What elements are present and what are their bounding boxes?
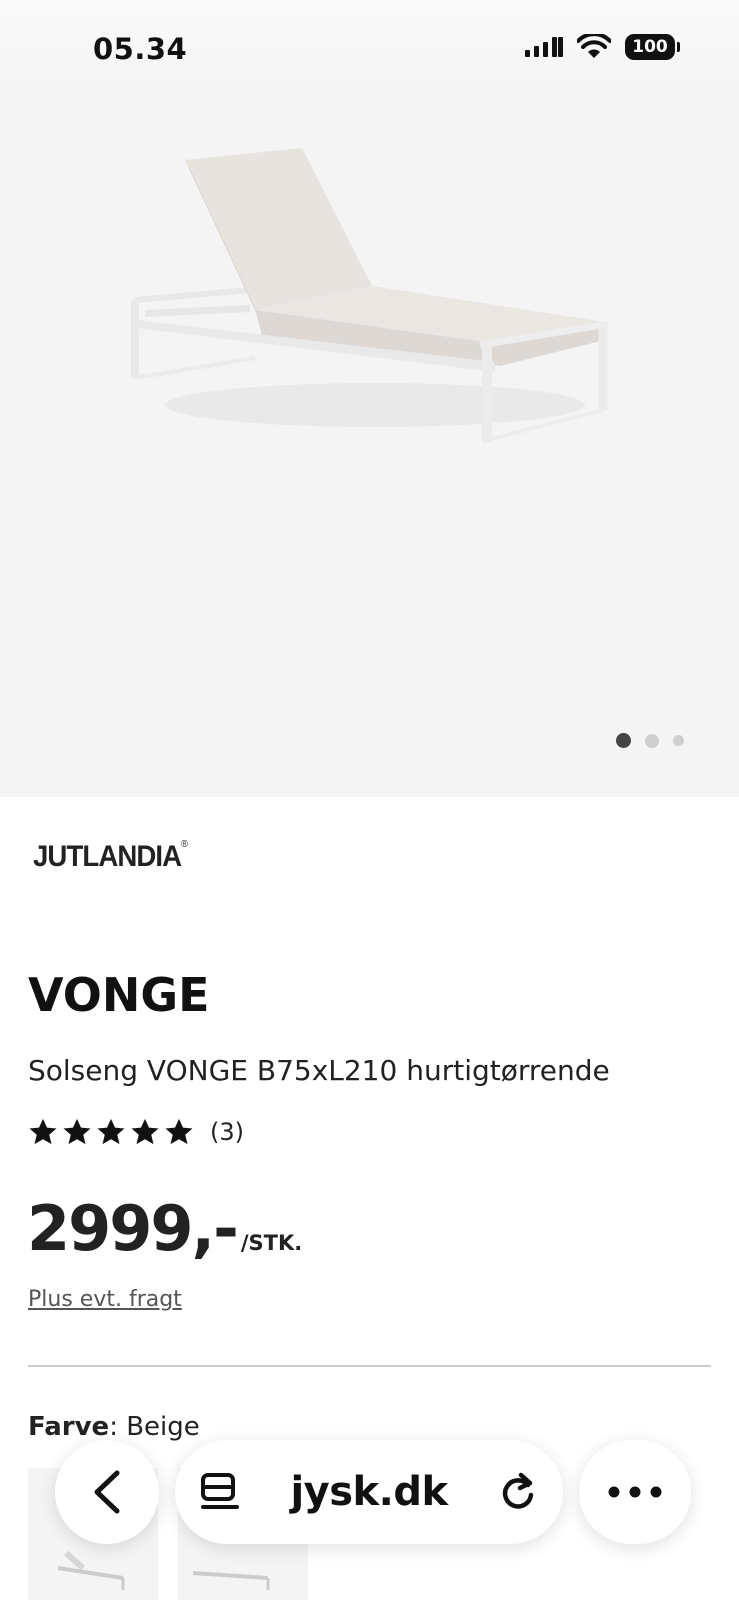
status-icons: 100 (525, 34, 680, 60)
shipping-link[interactable]: Plus evt. fragt (28, 1287, 182, 1312)
carousel-dot-2[interactable] (645, 733, 659, 748)
star-icon (131, 1118, 159, 1145)
status-bar: 05.34 100 (0, 0, 739, 100)
carousel-dot-3[interactable] (673, 735, 684, 746)
price-unit: /STK. (240, 1231, 303, 1255)
reload-icon[interactable] (497, 1471, 539, 1513)
brand-registered-mark: ® (181, 839, 188, 850)
status-time: 05.34 (93, 32, 188, 66)
more-button[interactable] (579, 1440, 691, 1544)
star-icon (165, 1118, 193, 1145)
divider (28, 1365, 711, 1367)
review-count: (3) (210, 1118, 244, 1146)
star-icon (97, 1118, 125, 1145)
product-description: Solseng VONGE B75xL210 hurtigtørrende (28, 1054, 610, 1087)
chevron-left-icon (94, 1470, 120, 1514)
star-icon (29, 1118, 57, 1145)
sun-lounger-image (131, 148, 609, 442)
product-image-carousel[interactable] (0, 0, 739, 797)
browser-toolbar: jysk.dk (0, 1430, 739, 1600)
url-text[interactable]: jysk.dk (290, 1469, 448, 1515)
product-title: VONGE (28, 968, 210, 1022)
carousel-dot-1[interactable] (616, 733, 631, 748)
price-row: 2999,- /STK. (27, 1192, 302, 1265)
tabs-icon[interactable] (199, 1471, 241, 1513)
cellular-signal-icon (525, 37, 563, 57)
more-icon (608, 1486, 662, 1498)
address-bar[interactable]: jysk.dk (175, 1440, 563, 1544)
product-price: 2999,- (27, 1192, 239, 1265)
wifi-icon (577, 34, 611, 58)
back-button[interactable] (55, 1440, 159, 1544)
brand-name: JUTLANDIA (33, 840, 182, 873)
star-icon (63, 1118, 91, 1145)
brand-logo[interactable]: JUTLANDIA® (33, 839, 188, 874)
product-rating[interactable]: (3) (28, 1117, 244, 1147)
battery-icon: 100 (625, 34, 680, 60)
carousel-dots (616, 733, 684, 748)
